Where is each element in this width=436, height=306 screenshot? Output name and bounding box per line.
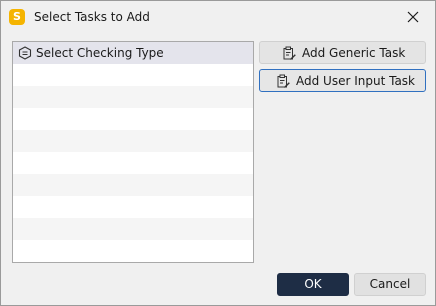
list-row-empty (13, 152, 253, 174)
ok-button[interactable]: OK (277, 273, 349, 296)
title-bar: S Select Tasks to Add (1, 1, 435, 33)
checking-type-list[interactable]: Select Checking Type (12, 41, 254, 263)
list-item-label: Select Checking Type (36, 46, 164, 60)
dialog-title: Select Tasks to Add (34, 10, 150, 24)
add-user-input-task-label: Add User Input Task (296, 74, 415, 88)
checklist-badge-icon (18, 46, 32, 60)
list-row-empty (13, 64, 253, 86)
list-row-empty (13, 196, 253, 218)
list-row-empty (13, 86, 253, 108)
add-user-input-task-button[interactable]: Add User Input Task (259, 69, 426, 92)
list-row-empty (13, 240, 253, 262)
select-tasks-dialog: S Select Tasks to Add Select Checking Ty… (0, 0, 436, 306)
app-logo-icon: S (9, 9, 25, 25)
cancel-button[interactable]: Cancel (354, 273, 426, 296)
list-row-empty (13, 130, 253, 152)
list-row-empty (13, 174, 253, 196)
list-row-empty (13, 108, 253, 130)
clipboard-edit-icon (283, 46, 296, 60)
close-icon (407, 11, 419, 23)
close-button[interactable] (399, 5, 427, 29)
list-item-select-checking-type[interactable]: Select Checking Type (13, 42, 253, 64)
clipboard-edit-icon (277, 74, 290, 88)
list-row-empty (13, 218, 253, 240)
add-generic-task-label: Add Generic Task (302, 46, 406, 60)
add-generic-task-button[interactable]: Add Generic Task (259, 41, 426, 64)
